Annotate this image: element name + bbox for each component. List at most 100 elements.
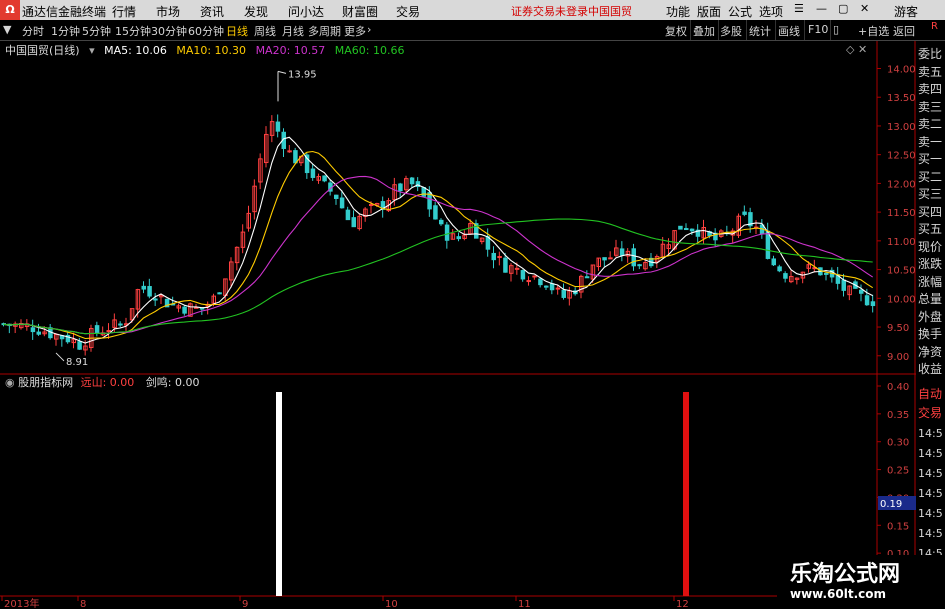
candle-body bbox=[351, 217, 356, 228]
toolbar-divider bbox=[690, 20, 691, 40]
indicator-tick-label: 0.25 bbox=[887, 466, 909, 477]
period-15min[interactable]: 15分钟 bbox=[115, 23, 151, 39]
candle-body bbox=[118, 323, 123, 326]
signal-bar-white bbox=[276, 392, 282, 596]
menu-xuanxiang[interactable]: 选项 bbox=[759, 3, 783, 20]
candle-body bbox=[497, 256, 502, 259]
trade-time-5: 14:5 bbox=[918, 527, 943, 540]
candle-body bbox=[637, 264, 642, 267]
x-tick-label: 8 bbox=[80, 599, 86, 609]
action-zixuan[interactable]: +自选 bbox=[858, 23, 889, 39]
title-stock-name: 中国国贸 bbox=[588, 5, 632, 18]
candle-body bbox=[141, 285, 146, 290]
action-fuquan[interactable]: 复权 bbox=[665, 23, 687, 39]
period-30min[interactable]: 30分钟 bbox=[151, 23, 187, 39]
chart-settings-icon[interactable]: ▯ bbox=[833, 23, 839, 36]
side-item-4: 卖二 bbox=[918, 117, 943, 131]
candle-body bbox=[310, 168, 316, 178]
side-item-2: 卖四 bbox=[918, 82, 943, 96]
chart-collapse-icon[interactable]: ◇ ✕ bbox=[846, 43, 867, 56]
candle-body bbox=[526, 280, 531, 283]
user-label[interactable]: 游客 bbox=[894, 3, 918, 20]
action-diejia[interactable]: 叠加 bbox=[693, 23, 715, 39]
candle-body bbox=[334, 194, 339, 199]
menu-hangqing[interactable]: 行情 bbox=[112, 3, 136, 20]
period-daily[interactable]: 日线 bbox=[226, 23, 248, 39]
candle-body bbox=[491, 252, 496, 261]
candle-body bbox=[678, 225, 683, 230]
candle-body bbox=[771, 258, 776, 266]
candle-body bbox=[864, 295, 870, 306]
menu-zixun[interactable]: 资讯 bbox=[200, 3, 224, 20]
x-tick-label: 11 bbox=[518, 599, 531, 609]
legend-ma5: MA5: 10.06 bbox=[104, 44, 167, 57]
menu-gongshi[interactable]: 公式 bbox=[728, 3, 752, 20]
y-tick-label: 10.50 bbox=[887, 266, 916, 277]
indicator-expand-icon[interactable]: ◉ bbox=[5, 376, 15, 389]
x-tick-label: 2013年 bbox=[4, 597, 39, 609]
side-item-12: 涨跌 bbox=[918, 257, 943, 271]
action-f10[interactable]: F10 bbox=[808, 23, 828, 36]
x-tick-label: 12 bbox=[676, 599, 689, 609]
chart-area[interactable]: 14.00 13.50 13.00 12.50 12.00 11.50 11.00 10.50… bbox=[0, 41, 945, 609]
toolbar-toggle-icon[interactable]: ▼ bbox=[3, 23, 11, 36]
kline-chart-svg[interactable]: 14.00 13.50 13.00 12.50 12.00 11.50 11.00 10.50… bbox=[0, 41, 945, 609]
candle-body bbox=[287, 150, 292, 153]
menu-shichang[interactable]: 市场 bbox=[156, 3, 180, 20]
period-fenshi[interactable]: 分时 bbox=[22, 23, 44, 39]
period-more[interactable]: 更多 bbox=[344, 23, 366, 39]
menu-jiaoyi[interactable]: 交易 bbox=[396, 3, 420, 20]
side-item-11: 现价 bbox=[918, 239, 943, 254]
candle-body bbox=[421, 187, 426, 197]
period-5min[interactable]: 5分钟 bbox=[82, 23, 111, 39]
y-tick-label: 11.00 bbox=[887, 237, 916, 248]
menu-caifuquan[interactable]: 财富圈 bbox=[342, 3, 378, 20]
menu-faxian[interactable]: 发现 bbox=[244, 3, 268, 20]
side-item-0: 委比 bbox=[918, 47, 943, 61]
menu-wenxiaoda[interactable]: 问小达 bbox=[288, 3, 324, 20]
action-huaxian[interactable]: 画线 bbox=[778, 23, 800, 39]
login-status[interactable]: 证券交易未登录 bbox=[511, 3, 588, 19]
candle-body bbox=[345, 209, 351, 221]
menu-list-icon[interactable]: ☰ bbox=[794, 2, 804, 15]
period-weekly[interactable]: 周线 bbox=[254, 23, 276, 39]
y-tick-label: 10.00 bbox=[887, 294, 916, 305]
action-tongji[interactable]: 统计 bbox=[749, 23, 771, 39]
candle-body bbox=[777, 266, 782, 272]
candle-body bbox=[322, 175, 327, 182]
side-item-10: 买五 bbox=[918, 222, 943, 236]
action-fanhui[interactable]: 返回 bbox=[893, 23, 915, 39]
watermark-title: 乐淘公式网 bbox=[790, 562, 901, 587]
action-duogu[interactable]: 多股 bbox=[720, 23, 742, 39]
minimize-icon[interactable]: — bbox=[816, 2, 827, 15]
maximize-icon[interactable]: ▢ bbox=[838, 2, 848, 15]
high-marker-tick bbox=[277, 70, 287, 74]
legend-expand-icon[interactable]: ▾ bbox=[89, 44, 95, 57]
more-chevron-icon[interactable]: › bbox=[367, 23, 371, 36]
period-1min[interactable]: 1分钟 bbox=[51, 23, 80, 39]
chart-title: 中国国贸(日线) bbox=[5, 44, 80, 57]
toolbar-divider bbox=[746, 20, 747, 40]
close-icon[interactable]: ✕ bbox=[860, 2, 869, 15]
period-monthly[interactable]: 月线 bbox=[282, 23, 304, 39]
candle-body bbox=[106, 330, 111, 333]
side-panel-header[interactable]: R bbox=[931, 21, 938, 32]
menu-banmian[interactable]: 版面 bbox=[697, 3, 721, 20]
candle-body bbox=[870, 301, 876, 307]
candle-body bbox=[555, 287, 561, 290]
trade-label[interactable]: 交易 bbox=[918, 404, 945, 423]
menu-gongneng[interactable]: 功能 bbox=[666, 3, 690, 20]
period-60min[interactable]: 60分钟 bbox=[188, 23, 224, 39]
indicator-name[interactable]: 股朋指标网 bbox=[18, 376, 73, 389]
candle-body bbox=[275, 121, 281, 132]
indicator-legend: ◉ 股朋指标网 远山: 0.00 剑鸣: 0.00 bbox=[5, 374, 200, 390]
y-tick-label: 12.00 bbox=[887, 179, 916, 190]
trade-time-4: 14:5 bbox=[918, 507, 943, 520]
candle-body bbox=[503, 257, 508, 273]
auto-trade-label[interactable]: 自动 bbox=[918, 385, 945, 404]
candle-body bbox=[561, 289, 566, 298]
legend-ma10: MA10: 10.30 bbox=[176, 44, 247, 57]
indicator-tick-label: 0.15 bbox=[887, 521, 909, 532]
quote-side-panel: R 委比 卖五 卖四 卖三 卖二 卖一 买一 买二 买三 买四 买五 现价 涨跌 涨幅 总量 外盘 换手 净资 收益 bbox=[916, 21, 945, 376]
period-multi[interactable]: 多周期 bbox=[308, 23, 341, 39]
